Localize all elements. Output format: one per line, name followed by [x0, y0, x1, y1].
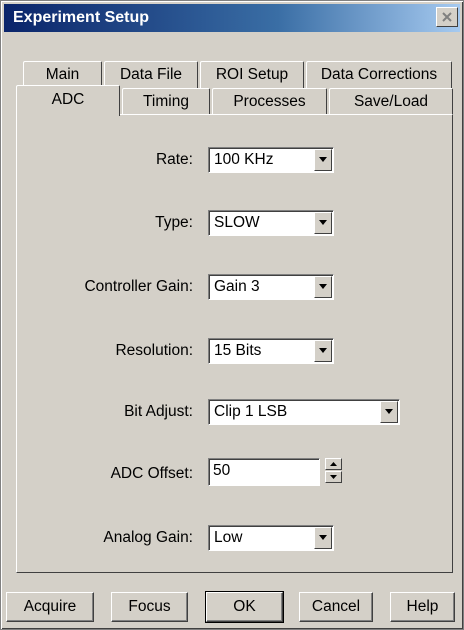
adc-offset-decrement-button[interactable]	[325, 471, 342, 483]
tab-main[interactable]: Main	[23, 61, 102, 88]
spin-up-icon	[330, 462, 337, 466]
adc-offset-value: 50	[213, 462, 231, 479]
title-bar[interactable]: Experiment Setup	[4, 4, 460, 32]
bit-adjust-select[interactable]: Clip 1 LSB	[208, 399, 400, 425]
tab-roi-setup[interactable]: ROI Setup	[200, 61, 304, 88]
resolution-value: 15 Bits	[214, 342, 262, 359]
tab-save-load[interactable]: Save/Load	[329, 88, 453, 115]
controller-gain-select[interactable]: Gain 3	[208, 274, 334, 300]
adc-offset-label: ADC Offset:	[110, 465, 193, 482]
chevron-down-icon	[319, 220, 327, 225]
chevron-down-icon	[319, 535, 327, 540]
tab-timing[interactable]: Timing	[122, 88, 210, 115]
controller-gain-value: Gain 3	[214, 278, 260, 295]
chevron-down-icon	[319, 348, 327, 353]
help-button[interactable]: Help	[390, 592, 455, 622]
tab-data-corrections[interactable]: Data Corrections	[306, 61, 452, 88]
chevron-down-icon	[319, 284, 327, 289]
resolution-select[interactable]: 15 Bits	[208, 338, 334, 364]
chevron-down-icon	[319, 157, 327, 162]
type-select[interactable]: SLOW	[208, 210, 334, 236]
focus-button[interactable]: Focus	[111, 592, 188, 622]
bit-adjust-label: Bit Adjust:	[124, 403, 193, 420]
type-dropdown-button[interactable]	[314, 212, 332, 234]
tab-processes[interactable]: Processes	[212, 88, 327, 115]
adc-offset-input[interactable]: 50	[208, 458, 320, 486]
rate-dropdown-button[interactable]	[314, 149, 332, 171]
adc-offset-increment-button[interactable]	[325, 458, 342, 470]
analog-gain-select[interactable]: Low	[208, 525, 334, 551]
bit-adjust-value: Clip 1 LSB	[214, 403, 288, 420]
type-label: Type:	[155, 214, 193, 231]
analog-gain-value: Low	[214, 529, 243, 546]
close-icon	[442, 12, 452, 22]
bit-adjust-dropdown-button[interactable]	[380, 401, 398, 423]
rate-value: 100 KHz	[214, 151, 274, 168]
controller-gain-dropdown-button[interactable]	[314, 276, 332, 298]
experiment-setup-dialog: Experiment Setup Main Data File ROI Setu…	[0, 0, 464, 630]
rate-select[interactable]: 100 KHz	[208, 147, 334, 173]
ok-button[interactable]: OK	[205, 591, 284, 623]
resolution-dropdown-button[interactable]	[314, 340, 332, 362]
type-value: SLOW	[214, 214, 260, 231]
tab-data-file[interactable]: Data File	[104, 61, 198, 88]
analog-gain-label: Analog Gain:	[103, 529, 193, 546]
controller-gain-label: Controller Gain:	[84, 278, 193, 295]
cancel-button[interactable]: Cancel	[299, 592, 373, 622]
rate-label: Rate:	[155, 151, 193, 168]
chevron-down-icon	[385, 409, 393, 414]
tab-adc[interactable]: ADC	[16, 85, 120, 116]
resolution-label: Resolution:	[115, 342, 193, 359]
spin-down-icon	[330, 475, 337, 479]
analog-gain-dropdown-button[interactable]	[314, 527, 332, 549]
close-button[interactable]	[436, 7, 458, 27]
acquire-button[interactable]: Acquire	[6, 592, 94, 622]
window-title: Experiment Setup	[13, 9, 150, 26]
